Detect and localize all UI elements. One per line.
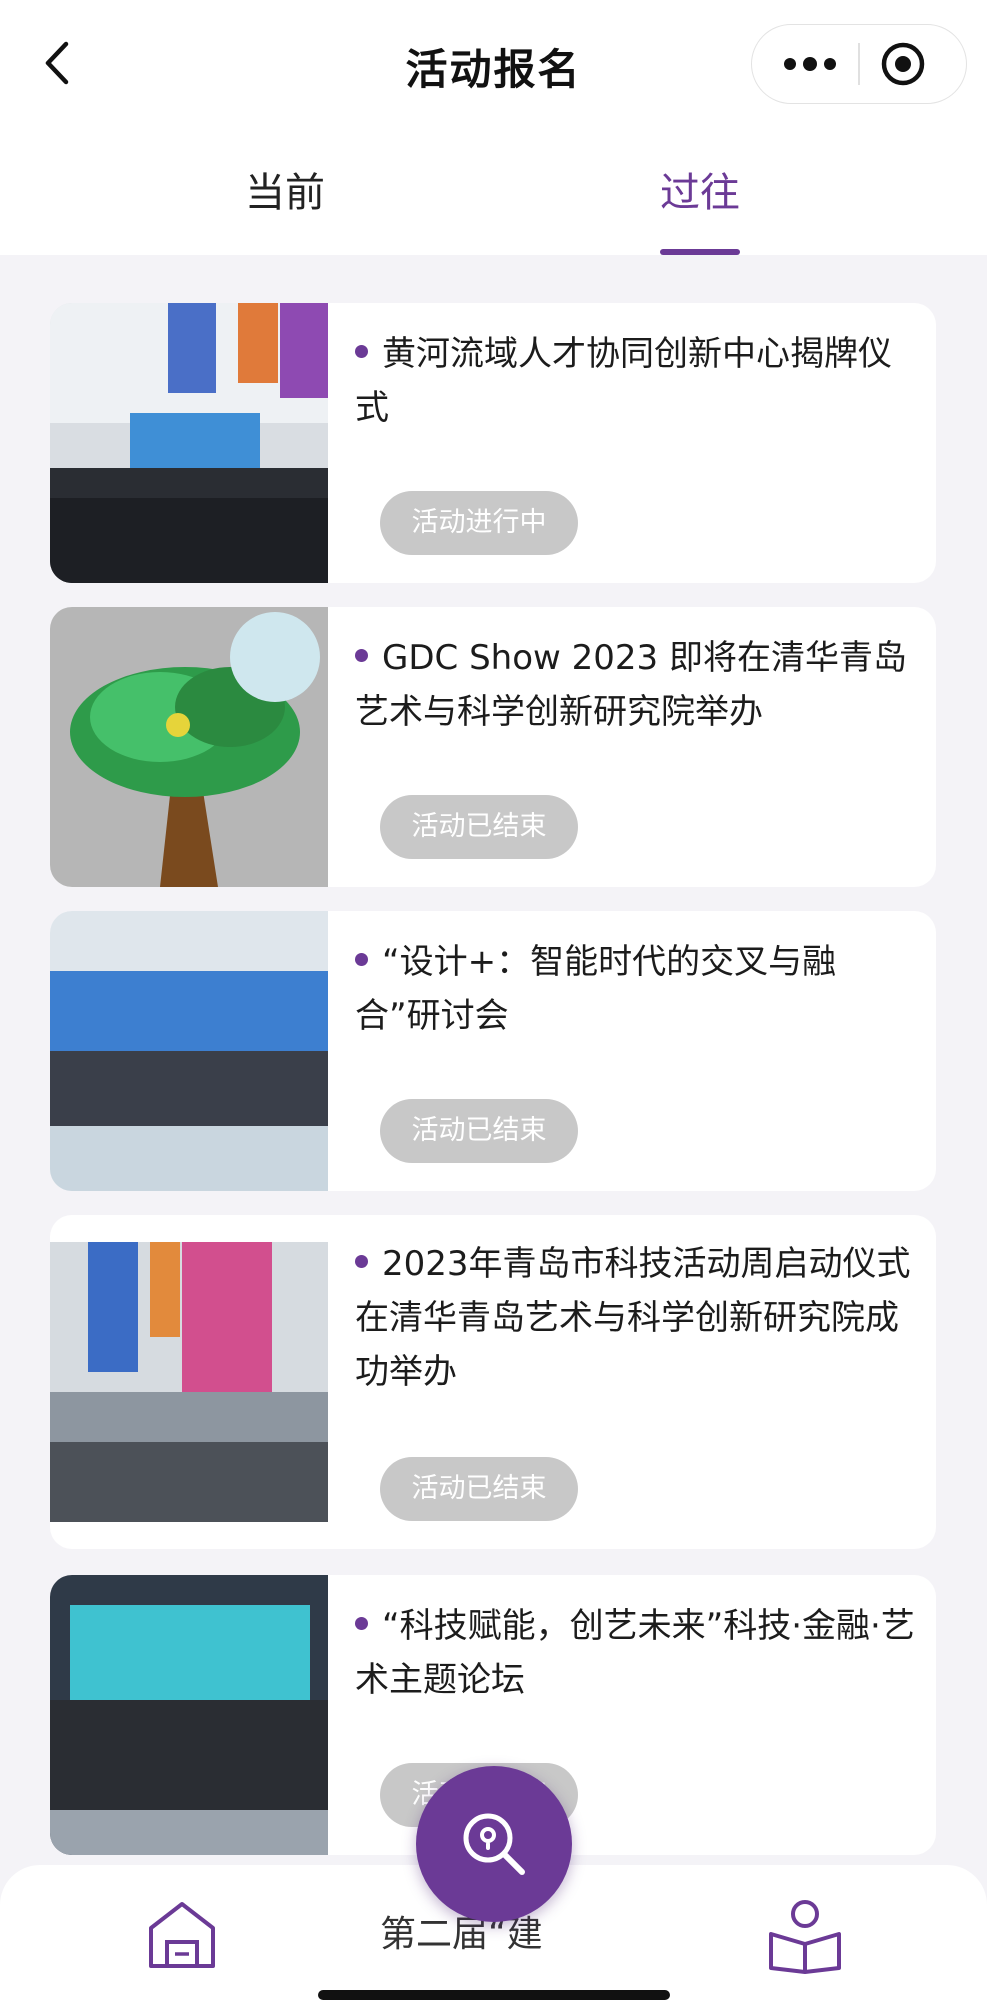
event-title-text: GDC Show 2023 即将在清华青岛艺术与科学创新研究院举办 bbox=[355, 638, 907, 732]
bullet-dot bbox=[355, 1617, 368, 1630]
home-icon[interactable] bbox=[145, 1898, 219, 1970]
event-card[interactable]: 黄河流域人才协同创新中心揭牌仪式 活动进行中 bbox=[50, 303, 936, 583]
event-thumbnail bbox=[50, 607, 328, 887]
event-title: “科技赋能，创艺未来”科技·金融·艺术主题论坛 bbox=[355, 1599, 915, 1707]
event-status-badge: 活动已结束 bbox=[380, 1457, 578, 1521]
event-thumbnail bbox=[50, 1242, 328, 1522]
event-title: 2023年青岛市科技活动周启动仪式在清华青岛艺术与科学创新研究院成功举办 bbox=[355, 1237, 915, 1399]
bullet-dot bbox=[355, 345, 368, 358]
close-target-icon[interactable] bbox=[878, 39, 928, 89]
event-thumbnail bbox=[50, 303, 328, 583]
event-title: GDC Show 2023 即将在清华青岛艺术与科学创新研究院举办 bbox=[355, 631, 915, 739]
top-bar: 活动报名 当前 过往 bbox=[0, 0, 987, 255]
fab-search-button[interactable] bbox=[416, 1766, 572, 1922]
tab-past[interactable]: 过往 bbox=[580, 160, 820, 218]
event-card[interactable]: 2023年青岛市科技活动周启动仪式在清华青岛艺术与科学创新研究院成功举办 活动已… bbox=[50, 1215, 936, 1549]
more-icon[interactable] bbox=[780, 45, 840, 83]
event-card[interactable]: GDC Show 2023 即将在清华青岛艺术与科学创新研究院举办 活动已结束 bbox=[50, 607, 936, 887]
capsule-divider bbox=[858, 43, 860, 85]
bullet-dot bbox=[355, 1255, 368, 1268]
event-card[interactable]: “设计+：智能时代的交叉与融合”研讨会 活动已结束 bbox=[50, 911, 936, 1191]
event-title: “设计+：智能时代的交叉与融合”研讨会 bbox=[355, 935, 915, 1043]
event-title-text: 2023年青岛市科技活动周启动仪式在清华青岛艺术与科学创新研究院成功举办 bbox=[355, 1244, 911, 1392]
event-title-text: “科技赋能，创艺未来”科技·金融·艺术主题论坛 bbox=[355, 1606, 915, 1700]
home-indicator bbox=[318, 1990, 670, 2000]
event-status-badge: 活动已结束 bbox=[380, 1099, 578, 1163]
event-title-text: “设计+：智能时代的交叉与融合”研讨会 bbox=[355, 942, 837, 1036]
tab-current[interactable]: 当前 bbox=[165, 160, 405, 218]
reader-icon[interactable] bbox=[765, 1898, 845, 1974]
event-thumbnail bbox=[50, 1575, 328, 1855]
active-tab-indicator bbox=[660, 249, 740, 255]
event-status-badge: 活动进行中 bbox=[380, 491, 578, 555]
bullet-dot bbox=[355, 953, 368, 966]
event-title-text: 黄河流域人才协同创新中心揭牌仪式 bbox=[355, 334, 892, 428]
event-status-badge: 活动已结束 bbox=[380, 795, 578, 859]
search-location-icon bbox=[463, 1813, 525, 1875]
mini-program-capsule bbox=[751, 24, 967, 104]
bullet-dot bbox=[355, 649, 368, 662]
event-thumbnail bbox=[50, 911, 328, 1191]
event-title: 黄河流域人才协同创新中心揭牌仪式 bbox=[355, 327, 915, 435]
